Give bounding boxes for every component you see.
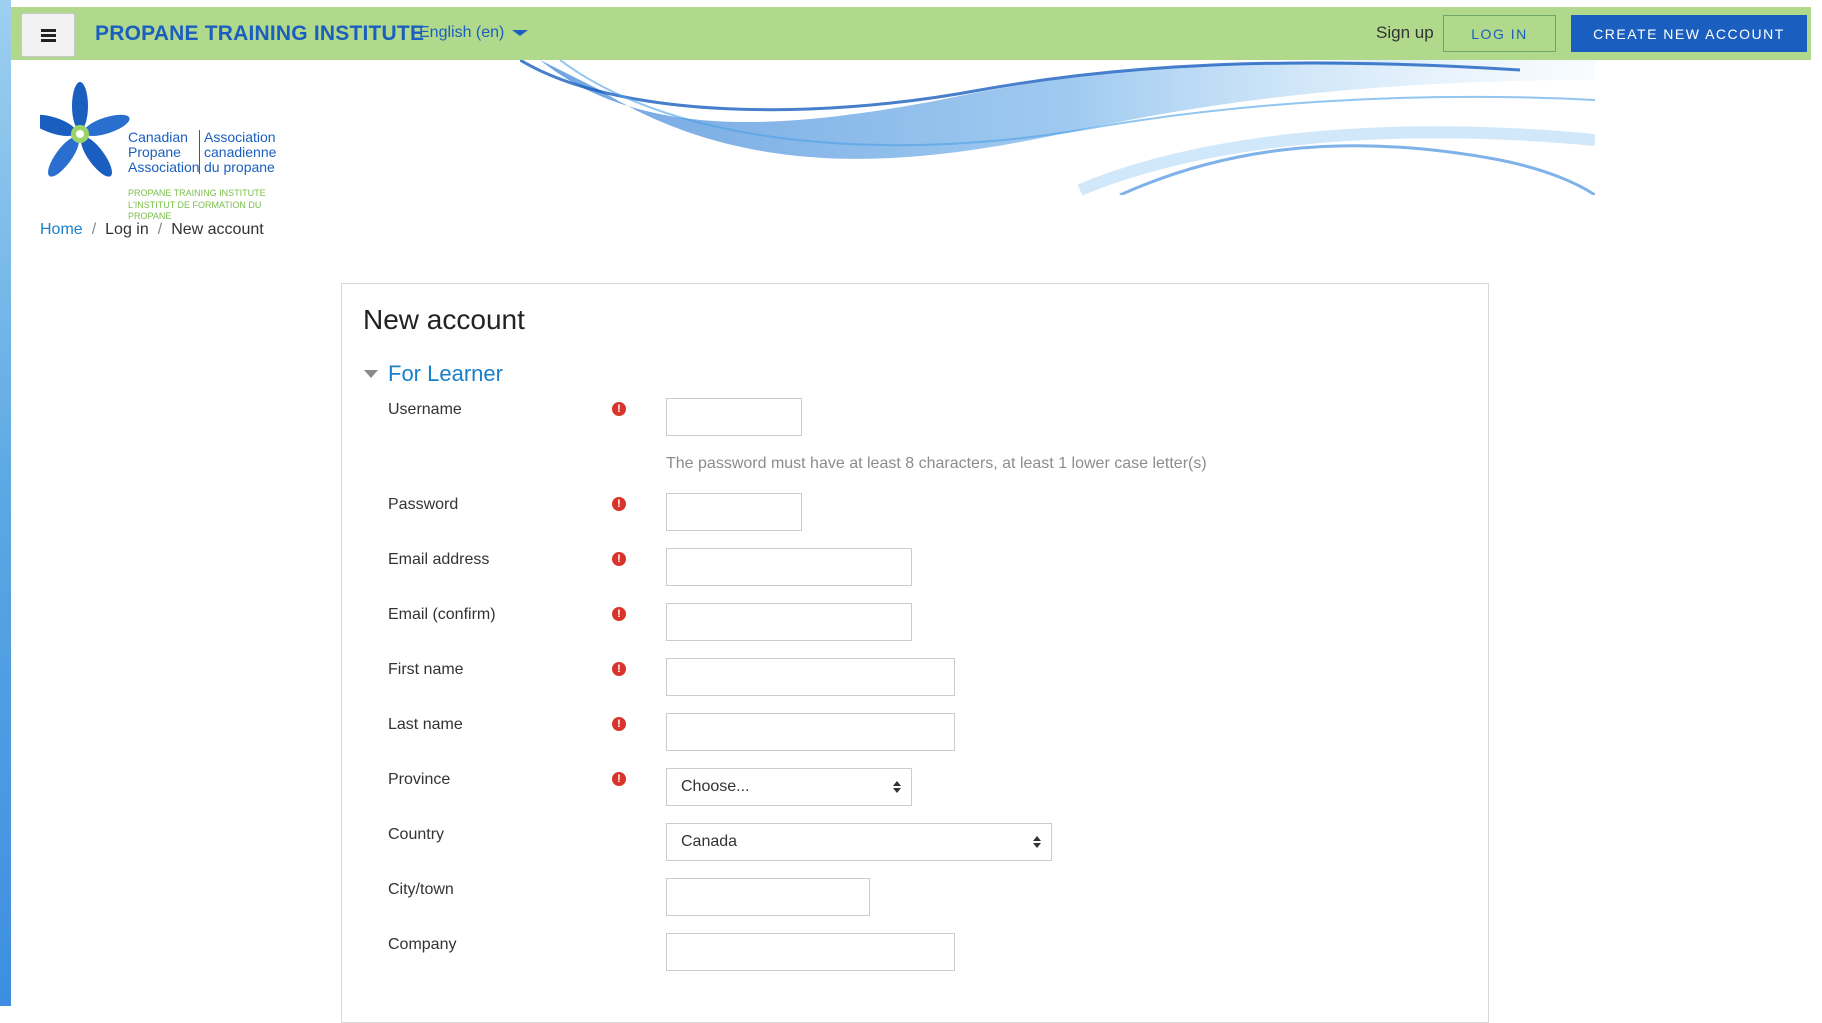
breadcrumb-separator: / (91, 221, 97, 238)
required-icon: ! (612, 662, 626, 676)
breadcrumb-home[interactable]: Home (40, 221, 83, 238)
site-title[interactable]: PROPANE TRAINING INSTITUTE (95, 22, 424, 46)
required-icon: ! (612, 402, 626, 416)
logo-divider (199, 130, 200, 174)
logo-english-name: Canadian Propane Association (128, 129, 200, 175)
select-arrows-icon (1033, 836, 1041, 848)
page-title: New account (363, 304, 525, 335)
signup-form-card: New account For Learner Username ! The p… (341, 283, 1489, 1023)
first-name-field[interactable] (666, 658, 955, 696)
country-label: Country (388, 826, 445, 843)
left-edge-strip (0, 0, 11, 1006)
username-label: Username (388, 401, 462, 418)
email-label: Email address (388, 551, 490, 568)
signup-link[interactable]: Sign up (1376, 23, 1434, 43)
last-name-field[interactable] (666, 713, 955, 751)
required-icon: ! (612, 717, 626, 731)
city-field[interactable] (666, 878, 870, 916)
company-label: Company (388, 936, 457, 953)
login-button[interactable]: LOG IN (1443, 15, 1556, 52)
breadcrumb-current: New account (171, 221, 264, 238)
logo-french-name: Association canadienne du propane (204, 129, 277, 175)
nav-drawer-button[interactable] (21, 13, 75, 57)
language-label: English (en) (419, 24, 505, 41)
province-select[interactable]: Choose... (666, 768, 912, 806)
last-name-label: Last name (388, 716, 463, 733)
hamburger-icon (40, 29, 56, 42)
country-select[interactable]: Canada (666, 823, 1052, 861)
breadcrumb-separator: / (157, 221, 163, 238)
country-select-value: Canada (681, 833, 738, 850)
company-field[interactable] (666, 933, 955, 971)
header-banner-swoosh (520, 60, 1595, 195)
flower-logo-icon (40, 82, 130, 177)
create-account-button[interactable]: CREATE NEW ACCOUNT (1571, 15, 1807, 52)
language-menu[interactable]: English (en) (419, 24, 529, 42)
top-navbar: PROPANE TRAINING INSTITUTE English (en) … (11, 7, 1811, 60)
required-icon: ! (612, 772, 626, 786)
password-hint: The password must have at least 8 charac… (666, 455, 1207, 472)
breadcrumb: Home / Log in / New account (40, 221, 264, 239)
required-icon: ! (612, 607, 626, 621)
province-label: Province (388, 771, 451, 788)
province-select-value: Choose... (681, 778, 750, 795)
username-field[interactable] (666, 398, 802, 436)
breadcrumb-login[interactable]: Log in (105, 221, 149, 238)
caret-down-icon (512, 29, 529, 36)
logo-subtitle-en: PROPANE TRAINING INSTITUTE (128, 188, 266, 198)
section-toggle-learner[interactable]: For Learner (364, 361, 503, 387)
select-arrows-icon (893, 781, 901, 793)
collapse-triangle-icon (364, 370, 378, 378)
logo-subtitle-fr: L'INSTITUT DE FORMATION DU PROPANE (128, 200, 262, 221)
email-field[interactable] (666, 548, 912, 586)
password-field[interactable] (666, 493, 802, 531)
first-name-label: First name (388, 661, 464, 678)
required-icon: ! (612, 497, 626, 511)
email-confirm-field[interactable] (666, 603, 912, 641)
required-icon: ! (612, 552, 626, 566)
city-label: City/town (388, 881, 454, 898)
password-label: Password (388, 496, 459, 513)
email-confirm-label: Email (confirm) (388, 606, 496, 623)
section-title: For Learner (388, 361, 503, 386)
cpa-logo[interactable]: Canadian Propane Association Association ca… (40, 82, 290, 221)
